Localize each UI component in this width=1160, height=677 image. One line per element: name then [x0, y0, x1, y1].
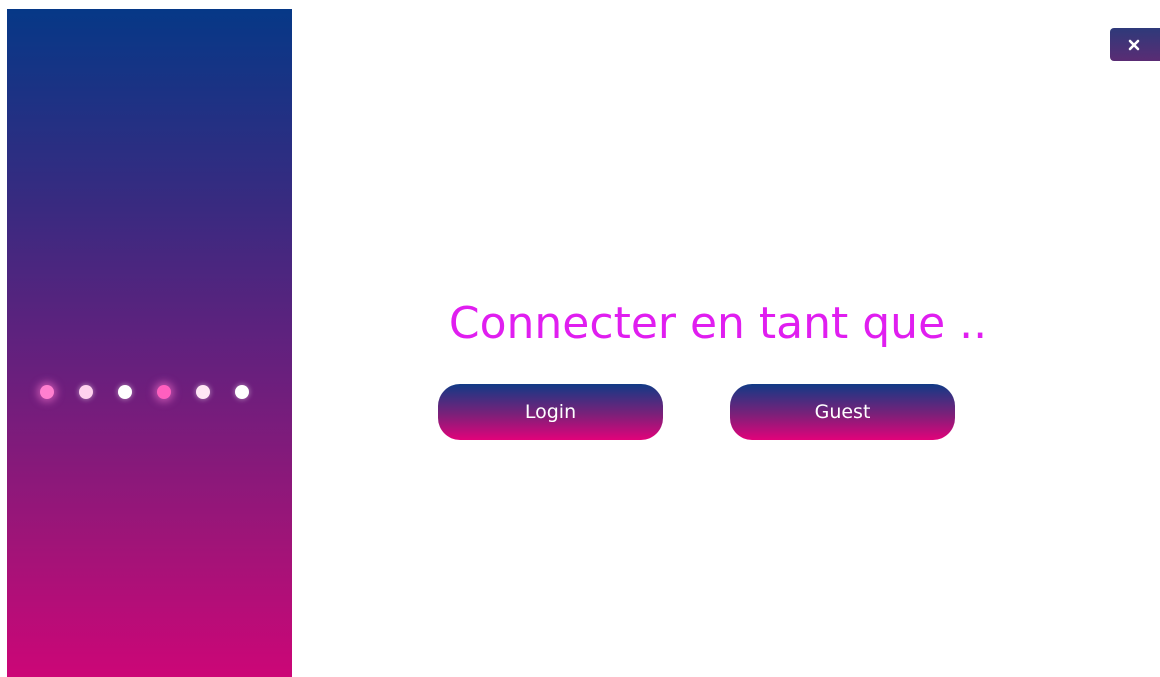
loading-dot — [196, 385, 210, 399]
guest-button[interactable]: Guest — [730, 384, 955, 440]
login-button[interactable]: Login — [438, 384, 663, 440]
loading-dot — [235, 385, 249, 399]
loading-dots — [40, 377, 260, 407]
close-icon — [1128, 39, 1140, 51]
loading-dot — [79, 385, 93, 399]
app-window: Connecter en tant que .. Login Guest — [0, 0, 1160, 677]
loading-dot — [40, 385, 54, 399]
close-button[interactable] — [1110, 28, 1160, 61]
loading-dot — [118, 385, 132, 399]
page-title: Connecter en tant que .. — [448, 298, 988, 349]
side-gradient-panel — [7, 9, 292, 677]
loading-dot — [157, 385, 171, 399]
